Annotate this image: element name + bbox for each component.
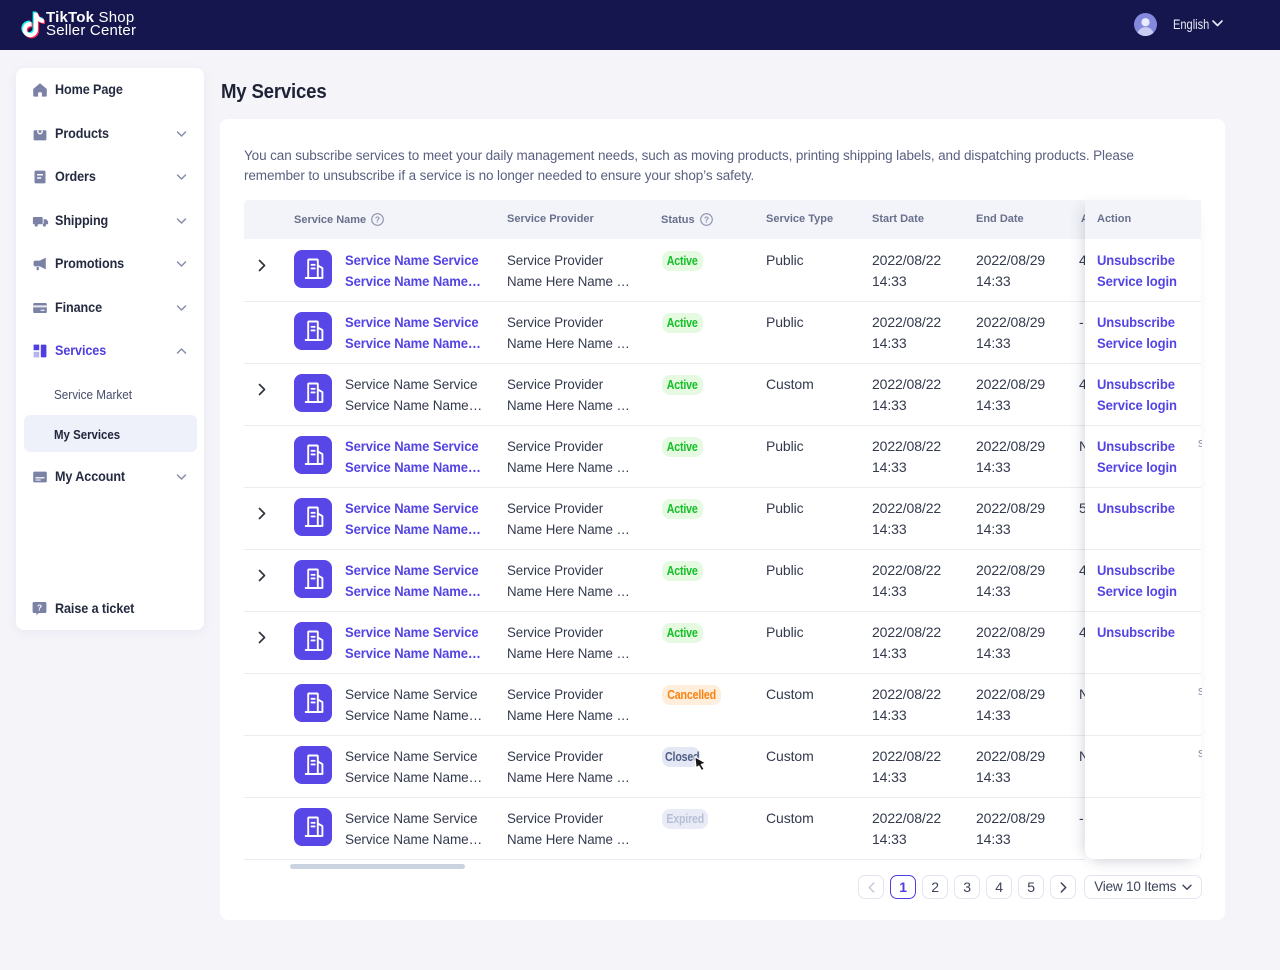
svg-text:?: ?	[704, 214, 709, 224]
svg-text:?: ?	[37, 603, 42, 613]
svg-text:?: ?	[375, 214, 380, 224]
